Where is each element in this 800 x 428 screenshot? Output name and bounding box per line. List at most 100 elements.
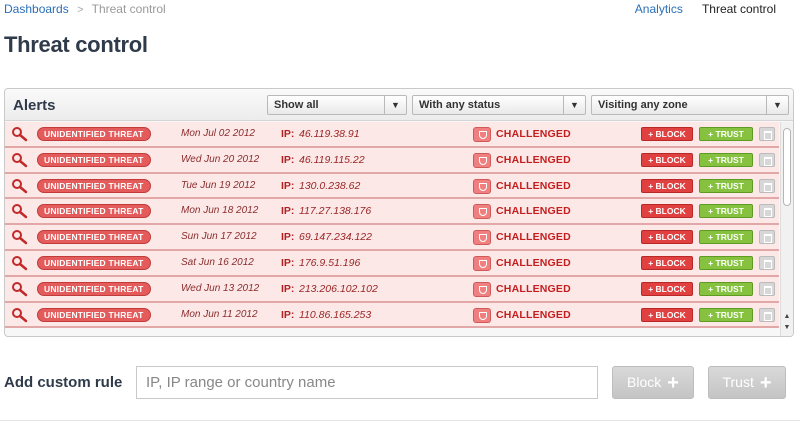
show-filter-select[interactable]: Show all ▼ xyxy=(267,95,407,115)
ip-address: 46.119.115.22 xyxy=(299,153,365,166)
nav-threat-control[interactable]: Threat control xyxy=(702,2,776,16)
magnifier-icon[interactable] xyxy=(11,255,29,271)
alert-date: Mon Jun 18 2012 xyxy=(181,205,259,217)
block-button[interactable]: + BLOCK xyxy=(641,230,693,245)
custom-block-label: Block xyxy=(627,374,662,390)
custom-rule-label: Add custom rule xyxy=(4,374,123,391)
ip-label: IP: xyxy=(281,128,295,140)
plus-icon: + xyxy=(667,372,679,394)
shield-icon xyxy=(473,307,491,323)
alert-row[interactable]: Unidentified threat Tue Jun 19 2012 IP: 130… xyxy=(5,173,779,200)
ip-label: IP: xyxy=(281,308,295,321)
trash-icon[interactable] xyxy=(759,230,775,245)
block-button[interactable]: + BLOCK xyxy=(641,127,693,141)
scroll-down-arrow-icon[interactable]: ▼ xyxy=(781,323,793,333)
alert-row[interactable]: Unidentified threat Mon Jul 02 2012 IP: 46.… xyxy=(5,122,779,148)
magnifier-icon[interactable] xyxy=(11,229,29,245)
trash-icon[interactable] xyxy=(759,281,775,296)
block-button[interactable]: + BLOCK xyxy=(641,204,693,219)
threat-badge: Unidentified threat xyxy=(37,307,151,322)
shield-icon xyxy=(473,152,491,168)
alert-row[interactable]: Unidentified threat Wed Jun 20 2012 IP: 46.… xyxy=(5,147,779,174)
alert-date: Sat Jun 16 2012 xyxy=(181,256,254,268)
alerts-list: Unidentified threat Mon Jul 02 2012 IP: 46.… xyxy=(5,122,779,336)
custom-trust-label: Trust xyxy=(722,374,754,390)
shield-icon xyxy=(473,127,491,142)
magnifier-icon[interactable] xyxy=(11,203,29,219)
chevron-down-icon: ▼ xyxy=(563,96,585,114)
magnifier-icon[interactable] xyxy=(11,152,29,168)
trust-button[interactable]: + TRUST xyxy=(699,204,753,219)
trust-button[interactable]: + TRUST xyxy=(699,152,753,167)
ip-label: IP: xyxy=(281,153,295,166)
show-filter-value: Show all xyxy=(274,99,319,111)
trash-icon[interactable] xyxy=(759,255,775,270)
custom-trust-button[interactable]: Trust + xyxy=(708,366,786,399)
threat-badge: Unidentified threat xyxy=(37,255,151,270)
zone-filter-select[interactable]: Visiting any zone ▼ xyxy=(591,95,789,115)
chevron-down-icon: ▼ xyxy=(384,96,406,114)
magnifier-icon[interactable] xyxy=(11,126,29,142)
trust-button[interactable]: + TRUST xyxy=(699,230,753,245)
plus-icon: + xyxy=(759,372,772,394)
alerts-header: Alerts Show all ▼ With any status ▼ Visi… xyxy=(5,89,793,121)
alert-date: Sun Jun 17 2012 xyxy=(181,231,257,243)
alerts-scrollbar[interactable]: ▲ ▼ xyxy=(780,122,793,336)
magnifier-icon[interactable] xyxy=(11,307,29,323)
status-filter-value: With any status xyxy=(419,99,501,111)
trash-icon[interactable] xyxy=(759,178,775,193)
status-label: CHALLENGED xyxy=(496,308,571,321)
alert-row[interactable]: Unidentified threat Sat Jun 16 2012 IP: 176… xyxy=(5,250,779,277)
alert-row[interactable]: Unidentified threat Sun Jun 17 2012 IP: 69.… xyxy=(5,225,779,251)
shield-icon xyxy=(473,255,491,271)
alerts-panel: Alerts Show all ▼ With any status ▼ Visi… xyxy=(4,88,794,337)
alert-row[interactable]: Unidentified threat Mon Jun 11 2012 IP: 110… xyxy=(5,302,779,329)
custom-rule-input[interactable] xyxy=(136,366,598,399)
page-title: Threat control xyxy=(4,32,148,57)
trust-button[interactable]: + TRUST xyxy=(699,255,753,270)
status-label: CHALLENGED xyxy=(496,128,571,140)
divider xyxy=(0,420,800,421)
ip-address: 130.0.238.62 xyxy=(299,179,361,192)
trust-button[interactable]: + TRUST xyxy=(699,127,753,141)
trash-icon[interactable] xyxy=(759,204,775,219)
breadcrumb: Dashboards > Threat control xyxy=(4,2,166,16)
trust-button[interactable]: + TRUST xyxy=(699,307,753,322)
trust-button[interactable]: + TRUST xyxy=(699,281,753,296)
alert-row[interactable]: Unidentified threat Wed Jun 13 2012 IP: 213… xyxy=(5,276,779,303)
ip-address: 46.119.38.91 xyxy=(299,128,360,140)
alert-date: Mon Jul 02 2012 xyxy=(181,128,255,139)
magnifier-icon[interactable] xyxy=(11,281,29,297)
threat-badge: Unidentified threat xyxy=(37,178,151,193)
block-button[interactable]: + BLOCK xyxy=(641,178,693,193)
chevron-down-icon: ▼ xyxy=(766,96,788,114)
breadcrumb-current: Threat control xyxy=(91,2,166,16)
block-button[interactable]: + BLOCK xyxy=(641,281,693,296)
ip-label: IP: xyxy=(281,256,295,269)
ip-address: 176.9.51.196 xyxy=(299,256,361,269)
scrollbar-thumb[interactable] xyxy=(783,128,791,206)
scroll-up-arrow-icon[interactable]: ▲ xyxy=(781,312,793,322)
shield-icon xyxy=(473,281,491,297)
status-label: CHALLENGED xyxy=(496,153,571,166)
magnifier-icon[interactable] xyxy=(11,178,29,194)
breadcrumb-dashboards-link[interactable]: Dashboards xyxy=(4,2,69,16)
trash-icon[interactable] xyxy=(759,127,775,141)
trash-icon[interactable] xyxy=(759,307,775,322)
ip-label: IP: xyxy=(281,231,295,244)
custom-block-button[interactable]: Block + xyxy=(612,366,694,399)
threat-badge: Unidentified threat xyxy=(37,127,151,141)
status-label: CHALLENGED xyxy=(496,282,571,295)
block-button[interactable]: + BLOCK xyxy=(641,152,693,167)
trust-button[interactable]: + TRUST xyxy=(699,178,753,193)
ip-address: 117.27.138.176 xyxy=(299,205,372,218)
nav-analytics-link[interactable]: Analytics xyxy=(635,2,683,16)
threat-badge: Unidentified threat xyxy=(37,204,151,219)
alert-row[interactable]: Unidentified threat Mon Jun 18 2012 IP: 117… xyxy=(5,199,779,226)
ip-address: 69.147.234.122 xyxy=(299,231,372,244)
threat-badge: Unidentified threat xyxy=(37,230,151,245)
block-button[interactable]: + BLOCK xyxy=(641,307,693,322)
block-button[interactable]: + BLOCK xyxy=(641,255,693,270)
status-filter-select[interactable]: With any status ▼ xyxy=(412,95,586,115)
trash-icon[interactable] xyxy=(759,152,775,167)
